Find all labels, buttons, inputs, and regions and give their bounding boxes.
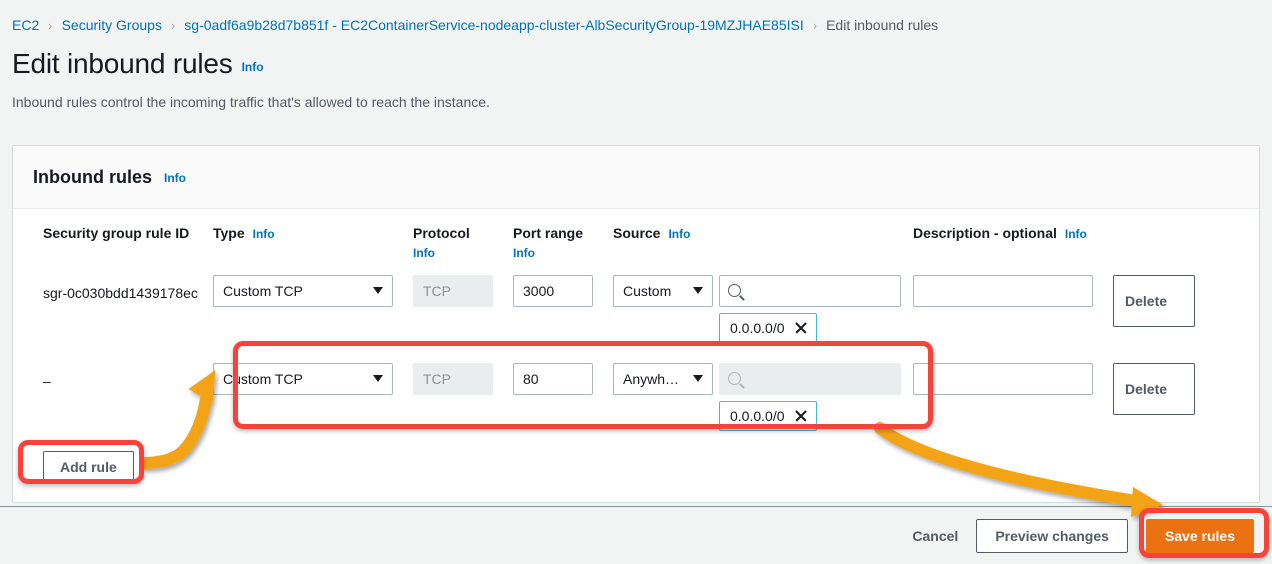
breadcrumb-separator-icon: › — [171, 17, 175, 33]
cell-delete: Delete — [1113, 362, 1213, 431]
breadcrumb-item-security-group[interactable]: sg-0adf6a9b28d7b851f - EC2ContainerServi… — [184, 17, 803, 33]
protocol-field: TCP — [413, 274, 493, 307]
cell-delete: Delete — [1113, 274, 1213, 343]
search-icon — [728, 284, 741, 298]
cancel-button[interactable]: Cancel — [912, 528, 958, 544]
cell-port-range — [513, 274, 613, 343]
breadcrumb-separator-icon: › — [48, 17, 53, 33]
column-header-rule-id-label: Security group rule ID — [43, 225, 190, 241]
page-title-info-link[interactable]: Info — [242, 60, 264, 74]
description-info-link[interactable]: Info — [1065, 227, 1087, 241]
cell-port-range — [513, 362, 613, 431]
chevron-down-icon — [373, 287, 383, 295]
breadcrumb-item-security-groups[interactable]: Security Groups — [62, 17, 162, 33]
port-range-input[interactable] — [513, 274, 593, 307]
page-title: Edit inbound rules — [12, 48, 233, 79]
breadcrumb-item-current: Edit inbound rules — [826, 17, 939, 33]
cell-source: Anywh… 0.0.0.0/0 — [613, 362, 913, 431]
column-header-description: Description - optional Info — [913, 223, 1113, 263]
source-search-input — [719, 362, 901, 395]
protocol-field: TCP — [413, 362, 493, 395]
source-cidr-token[interactable]: 0.0.0.0/0 — [719, 312, 817, 343]
chevron-down-icon — [693, 287, 703, 295]
source-info-link[interactable]: Info — [668, 227, 690, 241]
card-title: Inbound rules — [33, 166, 152, 187]
source-type-value: Custom — [623, 282, 672, 299]
delete-rule-button[interactable]: Delete — [1113, 362, 1195, 415]
protocol-info-link[interactable]: Info — [413, 245, 513, 262]
port-range-info-link[interactable]: Info — [513, 245, 613, 262]
cell-protocol: TCP — [413, 274, 513, 343]
type-info-link[interactable]: Info — [253, 227, 275, 241]
rule-id-value: sgr-0c030bdd1439178ec — [43, 284, 198, 301]
description-input[interactable] — [913, 362, 1093, 395]
inbound-rules-card: Inbound rules Info Security group rule I… — [12, 145, 1260, 503]
source-type-value: Anywh… — [623, 370, 680, 387]
breadcrumb-separator-icon: › — [813, 17, 817, 33]
delete-rule-button[interactable]: Delete — [1113, 274, 1195, 327]
add-rule-button[interactable]: Add rule — [43, 450, 134, 484]
source-cidr-value: 0.0.0.0/0 — [730, 319, 785, 336]
source-type-select[interactable]: Anywh… — [613, 362, 713, 395]
chevron-down-icon — [693, 375, 703, 383]
inbound-rules-table: Security group rule ID Type Info Protocol… — [13, 209, 1259, 502]
type-select-value: Custom TCP — [223, 370, 303, 387]
breadcrumb: EC2 › Security Groups › sg-0adf6a9b28d7b… — [0, 0, 1272, 36]
cell-description — [913, 274, 1113, 343]
cell-description — [913, 362, 1113, 431]
column-header-source-label: Source — [613, 225, 661, 241]
column-header-protocol-label: Protocol — [413, 225, 470, 241]
column-header-type-label: Type — [213, 225, 245, 241]
chevron-down-icon — [373, 375, 383, 383]
table-row: sgr-0c030bdd1439178ec Custom TCP TCP 300… — [13, 263, 1259, 347]
column-header-port-range: Port range Info — [513, 223, 613, 263]
rule-id-value: – — [43, 372, 51, 389]
source-cidr-value: 0.0.0.0/0 — [730, 407, 785, 424]
protocol-value: TCP — [423, 282, 451, 299]
type-select-value: Custom TCP — [223, 282, 303, 299]
type-select[interactable]: Custom TCP — [213, 274, 393, 307]
source-cidr-token[interactable]: 0.0.0.0/0 — [719, 400, 817, 431]
cell-protocol: TCP — [413, 362, 513, 431]
cell-rule-id: sgr-0c030bdd1439178ec — [13, 275, 213, 343]
column-header-type: Type Info — [213, 223, 413, 263]
preview-changes-button[interactable]: Preview changes — [976, 518, 1128, 553]
card-header: Inbound rules Info — [13, 146, 1259, 209]
cell-type: Custom TCP — [213, 274, 413, 343]
search-icon — [728, 372, 741, 386]
page-description: Inbound rules control the incoming traff… — [12, 94, 490, 110]
column-header-port-range-label: Port range — [513, 225, 584, 241]
source-search-input[interactable] — [719, 274, 901, 307]
cell-type: Custom TCP — [213, 362, 413, 431]
table-row: – Custom TCP TCP Anyw — [13, 347, 1259, 435]
breadcrumb-item-ec2[interactable]: EC2 — [12, 17, 39, 33]
cell-source: Custom 0.0.0.0/0 — [613, 274, 913, 343]
save-rules-button[interactable]: Save rules — [1145, 518, 1254, 553]
type-select[interactable]: Custom TCP — [213, 362, 393, 395]
card-info-link[interactable]: Info — [164, 171, 186, 185]
description-input[interactable] — [913, 274, 1093, 307]
port-range-input[interactable] — [513, 362, 593, 395]
source-type-select[interactable]: Custom — [613, 274, 713, 307]
protocol-value: TCP — [423, 370, 451, 387]
table-header-row: Security group rule ID Type Info Protocol… — [13, 209, 1259, 263]
close-icon[interactable] — [794, 409, 808, 423]
column-header-source: Source Info — [613, 223, 913, 263]
page-header: Edit inbound rules Info Inbound rules con… — [0, 36, 1272, 110]
column-header-protocol: Protocol Info — [413, 223, 513, 263]
column-header-delete — [1113, 223, 1213, 263]
column-header-rule-id: Security group rule ID — [13, 223, 213, 263]
cell-rule-id: – — [13, 363, 213, 431]
form-footer: Cancel Preview changes Save rules — [0, 506, 1272, 564]
close-icon[interactable] — [794, 321, 808, 335]
column-header-description-label: Description - optional — [913, 225, 1057, 241]
